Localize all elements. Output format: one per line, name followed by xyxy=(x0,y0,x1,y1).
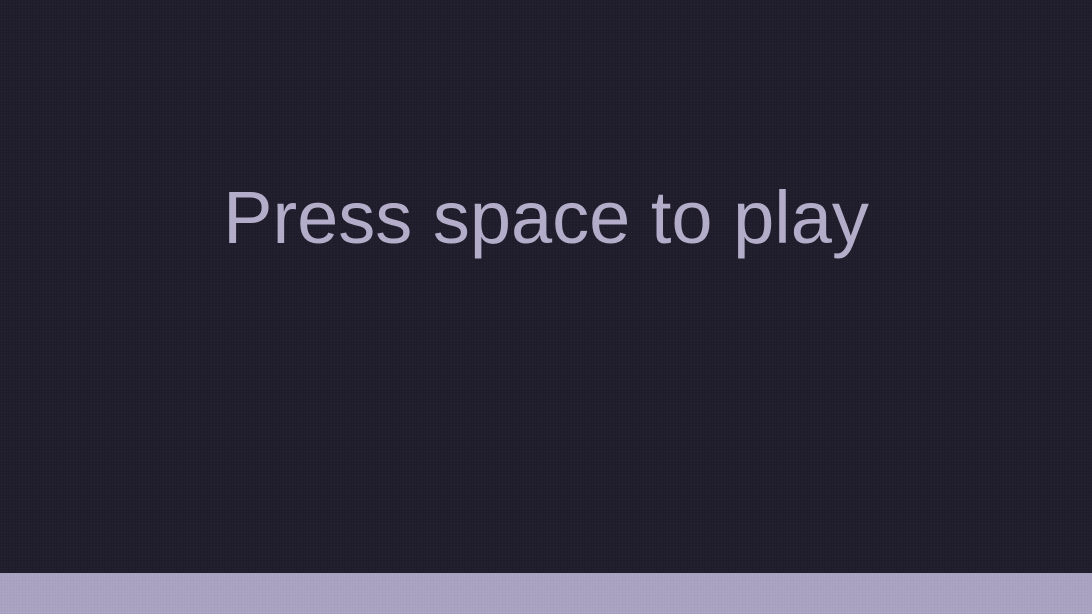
start-prompt: Press space to play xyxy=(223,176,869,259)
game-canvas[interactable]: Press space to play xyxy=(0,0,1092,614)
ground-bar xyxy=(0,573,1092,614)
